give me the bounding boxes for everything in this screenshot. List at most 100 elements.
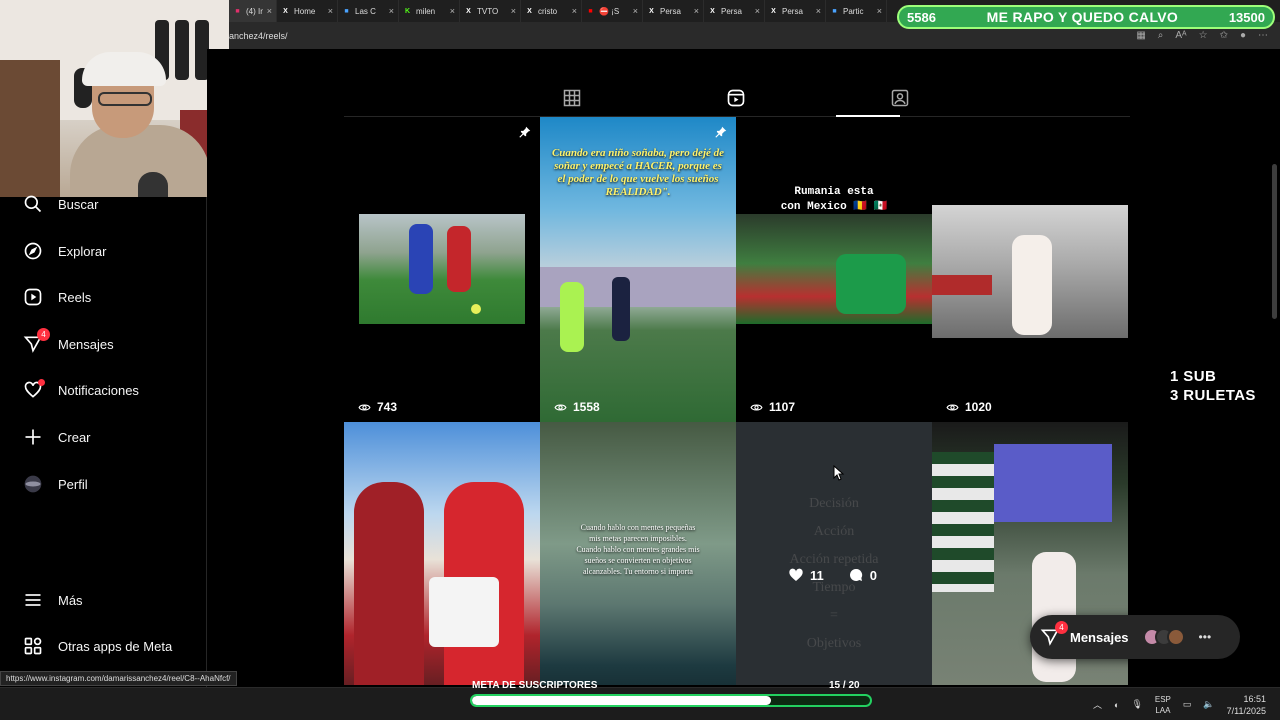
browser-tab[interactable]: X Home × — [277, 0, 338, 22]
browser-tab-label: Persa — [721, 6, 742, 16]
reel-caption: Rumania esta con Mexico 🇷🇴 🇲🇽 — [780, 186, 888, 213]
reel-tile[interactable]: Rumania esta con Mexico 🇷🇴 🇲🇽 1107 — [736, 117, 932, 422]
subscriber-goal: META DE SUSCRIPTORES 15 / 20 — [470, 680, 872, 708]
profile-tabs — [344, 84, 1130, 117]
nav-more[interactable]: Más — [22, 588, 83, 612]
reel-hover-stats: 11 0 — [788, 567, 877, 583]
browser-tab-label: Partic — [843, 6, 864, 16]
nav-search-label: Buscar — [58, 196, 99, 212]
reel-views: 743 — [358, 400, 397, 414]
close-icon[interactable]: × — [877, 6, 882, 16]
tray-chevron-icon[interactable]: ︿ — [1093, 698, 1102, 711]
browser-tab[interactable]: X Persa × — [765, 0, 826, 22]
eye-icon — [750, 404, 763, 410]
nav-profile[interactable]: Perfil — [22, 472, 88, 496]
mic-icon[interactable]: 🎙 — [1131, 699, 1142, 710]
browser-tab[interactable]: ■ (4) In × — [229, 0, 277, 22]
close-icon[interactable]: × — [450, 6, 455, 16]
browser-tab-label: Home — [294, 6, 316, 16]
x-icon: X — [527, 7, 532, 15]
nav-reels[interactable]: Reels — [22, 285, 91, 309]
profile-icon[interactable]: ● — [1240, 30, 1246, 41]
close-icon[interactable]: × — [389, 6, 394, 16]
browser-tab[interactable]: ■ ⛔ ¡S × — [582, 0, 643, 22]
browser-tab[interactable]: Xcristo × — [521, 0, 582, 22]
zoom-icon[interactable]: ⌕ — [1158, 30, 1164, 41]
scrollbar-thumb[interactable] — [1272, 164, 1277, 319]
reel-tile[interactable]: 743 — [344, 117, 540, 422]
reels-icon — [22, 286, 44, 308]
close-icon[interactable]: × — [694, 6, 699, 16]
nav-explore[interactable]: Explorar — [22, 239, 106, 263]
plus-icon — [22, 426, 44, 448]
browser-tab[interactable]: X Persa × — [643, 0, 704, 22]
favorites-icon[interactable]: ✩ — [1220, 30, 1228, 41]
close-icon[interactable]: × — [816, 6, 821, 16]
url-text[interactable]: anchez4/reels/ — [229, 31, 288, 41]
nav-search[interactable]: Buscar — [22, 192, 98, 216]
mouse-cursor-icon — [833, 465, 845, 481]
nav-messages[interactable]: 4 Mensajes — [22, 328, 114, 356]
x-icon: X — [466, 7, 471, 15]
volume-icon[interactable]: 🔈 — [1203, 699, 1214, 710]
question-card — [429, 577, 499, 647]
x-icon: X — [771, 7, 776, 15]
address-bar-icons: ▦ ⌕ Aᴬ ☆ ✩ ● ⋯ — [1136, 30, 1268, 41]
goal-left: 5586 — [907, 9, 936, 25]
reel-tile[interactable]: Cuando hablo con mentes pequeñas mis met… — [540, 422, 736, 685]
browser-tab[interactable]: Kmilen × — [399, 0, 460, 22]
messages-pill-badge: 4 — [1055, 621, 1068, 634]
messages-pill[interactable]: 4 Mensajes ••• — [1030, 615, 1240, 659]
clock[interactable]: 16:51 7/11/2025 — [1227, 693, 1266, 717]
reel-tile[interactable]: Decisión Acción Acción repetida Tiempo =… — [736, 422, 932, 685]
close-icon[interactable]: × — [633, 6, 638, 16]
meta-apps-icon — [22, 635, 44, 657]
nav-more-label: Más — [58, 592, 83, 608]
browser-tab-label: cristo — [538, 6, 558, 16]
tab-posts[interactable] — [562, 88, 584, 110]
stream-sub-note: 1 SUB 3 RULETAS — [1170, 368, 1256, 404]
reel-tile[interactable]: 1020 — [932, 117, 1128, 422]
tab-tagged[interactable] — [890, 88, 912, 110]
close-icon[interactable]: × — [511, 6, 516, 16]
goal-title: ME RAPO Y QUEDO CALVO — [986, 9, 1179, 25]
browser-tab-label: milen — [416, 6, 436, 16]
pin-icon — [714, 125, 728, 139]
reel-thumbnail — [359, 214, 525, 324]
browser-tab[interactable]: X Persa × — [704, 0, 765, 22]
nav-meta-apps[interactable]: Otras apps de Meta — [22, 634, 172, 658]
nav-notifications[interactable]: Notificaciones — [22, 378, 139, 402]
stream-goal-bar: 5586 ME RAPO Y QUEDO CALVO 13500 — [897, 5, 1275, 29]
avatar-icon — [22, 473, 44, 495]
more-icon[interactable]: ••• — [1199, 630, 1212, 644]
menu-icon[interactable]: ⋯ — [1258, 30, 1268, 41]
instagram-icon: ■ — [235, 7, 240, 15]
browser-tab-label: Persa — [782, 6, 803, 16]
browser-tab[interactable]: ■ Partic × — [826, 0, 887, 22]
read-icon[interactable]: Aᴬ — [1175, 30, 1186, 41]
reel-caption: Cuando hablo con mentes pequeñas mis met… — [576, 523, 700, 576]
network-icon[interactable]: ▭ — [1183, 699, 1192, 710]
site-icon: ■ — [832, 7, 837, 15]
browser-tab-label: Las C — [355, 6, 376, 16]
page-scrollbar[interactable] — [1269, 49, 1280, 685]
close-icon[interactable]: × — [267, 6, 272, 16]
system-tray: ︿ ◐ 🎙 ESP LAA ▭ 🔈 16:51 7/11/2025 — [1093, 688, 1280, 720]
browser-tab[interactable]: ■ Las C × — [338, 0, 399, 22]
close-icon[interactable]: × — [328, 6, 333, 16]
apps-icon[interactable]: ▦ — [1136, 30, 1145, 41]
recent-avatars — [1142, 628, 1185, 646]
star-icon[interactable]: ☆ — [1199, 30, 1208, 41]
k-icon: K — [404, 7, 411, 15]
close-icon[interactable]: × — [755, 6, 760, 16]
reel-tile[interactable]: Cuando era niño soñaba, pero dejé de soñ… — [540, 117, 736, 422]
reel-tile[interactable] — [344, 422, 540, 685]
language-indicator[interactable]: ESP LAA — [1155, 694, 1171, 716]
close-icon[interactable]: × — [572, 6, 577, 16]
tray-app-icon[interactable]: ◐ — [1114, 700, 1119, 710]
nav-create[interactable]: Crear — [22, 425, 91, 449]
tab-reels[interactable] — [726, 88, 748, 110]
browser-tab[interactable]: X TVTO × — [460, 0, 521, 22]
eye-icon — [554, 404, 567, 410]
nav-reels-label: Reels — [58, 289, 92, 305]
